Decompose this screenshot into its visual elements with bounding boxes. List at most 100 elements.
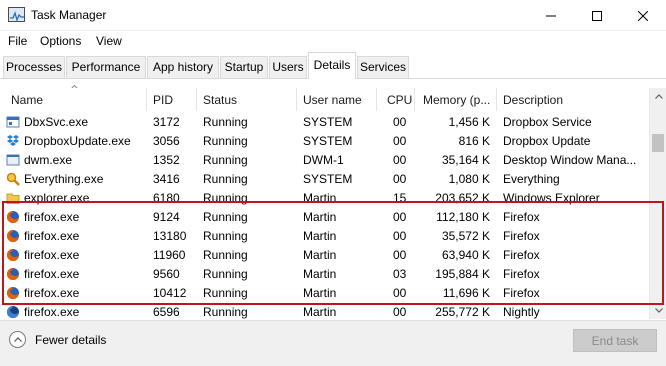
service-icon bbox=[6, 116, 20, 128]
table-row[interactable]: Everything.exe 3416 Running SYSTEM 00 1,… bbox=[0, 170, 649, 189]
menu-view[interactable]: View bbox=[96, 34, 122, 48]
process-pid: 6180 bbox=[153, 191, 180, 205]
dropbox-icon bbox=[7, 135, 19, 146]
tab-app-history[interactable]: App history bbox=[147, 56, 219, 78]
process-description: Dropbox Update bbox=[503, 134, 591, 148]
table-row[interactable]: firefox.exe 11960 Running Martin 00 63,9… bbox=[0, 246, 649, 265]
process-description: Firefox bbox=[503, 229, 540, 243]
maximize-icon bbox=[592, 10, 602, 21]
process-status: Running bbox=[203, 305, 248, 319]
scrollbar-thumb[interactable] bbox=[652, 134, 664, 152]
process-pid: 9560 bbox=[153, 267, 180, 281]
task-manager-icon bbox=[8, 7, 25, 23]
chevron-down-icon bbox=[654, 308, 663, 313]
chevron-up-icon bbox=[654, 94, 663, 99]
end-task-button[interactable]: End task bbox=[573, 329, 657, 352]
window-title: Task Manager bbox=[31, 8, 107, 22]
table-row[interactable]: DbxSvc.exe 3172 Running SYSTEM 00 1,456 … bbox=[0, 113, 649, 132]
process-description: Everything bbox=[503, 172, 560, 186]
table-row[interactable]: firefox.exe 6596 Running Martin 00 255,7… bbox=[0, 303, 649, 319]
table-row[interactable]: DropboxUpdate.exe 3056 Running SYSTEM 00… bbox=[0, 132, 649, 151]
process-memory: 112,180 K bbox=[436, 210, 490, 224]
process-pid: 10412 bbox=[153, 286, 187, 300]
table-row[interactable]: dwm.exe 1352 Running DWM-1 00 35,164 K D… bbox=[0, 151, 649, 170]
nightly-icon bbox=[7, 306, 19, 318]
tab-strip: Processes Performance App history Startu… bbox=[0, 52, 666, 79]
process-cpu: 00 bbox=[393, 210, 407, 224]
maximize-button[interactable] bbox=[574, 0, 620, 31]
process-name: firefox.exe bbox=[24, 267, 80, 281]
column-header-cpu-label: CPU bbox=[387, 93, 413, 107]
process-user: Martin bbox=[303, 267, 337, 281]
process-user: Martin bbox=[303, 248, 337, 262]
process-cpu: 00 bbox=[393, 134, 407, 148]
process-cpu: 15 bbox=[393, 191, 407, 205]
firefox-icon bbox=[7, 268, 19, 280]
table-row[interactable]: firefox.exe 9124 Running Martin 00 112,1… bbox=[0, 208, 649, 227]
process-memory: 816 K bbox=[458, 134, 490, 148]
process-pid: 9124 bbox=[153, 210, 180, 224]
process-memory: 11,696 K bbox=[442, 286, 490, 300]
column-header-name-label: Name bbox=[11, 93, 44, 107]
tab-users[interactable]: Users bbox=[269, 56, 307, 78]
table-row[interactable]: firefox.exe 9560 Running Martin 03 195,8… bbox=[0, 265, 649, 284]
process-name: dwm.exe bbox=[24, 153, 73, 167]
process-user: Martin bbox=[303, 305, 337, 319]
process-pid: 3056 bbox=[153, 134, 180, 148]
tab-performance[interactable]: Performance bbox=[66, 56, 146, 78]
table-row[interactable]: explorer.exe 6180 Running Martin 15 203,… bbox=[0, 189, 649, 208]
process-user: Martin bbox=[303, 229, 337, 243]
process-description: Desktop Window Mana... bbox=[503, 153, 637, 167]
table-row[interactable]: firefox.exe 13180 Running Martin 00 35,5… bbox=[0, 227, 649, 246]
process-cpu: 00 bbox=[393, 286, 407, 300]
process-name: Everything.exe bbox=[24, 172, 104, 186]
firefox-icon bbox=[7, 230, 19, 242]
process-memory: 203,652 K bbox=[435, 191, 490, 205]
column-header-memory[interactable]: Memory (p... bbox=[415, 88, 497, 111]
menu-options[interactable]: Options bbox=[40, 34, 81, 48]
fewer-details-button[interactable]: Fewer details bbox=[9, 331, 106, 348]
fewer-details-label: Fewer details bbox=[35, 332, 107, 347]
process-user: SYSTEM bbox=[303, 115, 353, 129]
column-header-row: Name PID Status User name CPU Memory (p.… bbox=[0, 88, 649, 111]
column-header-user[interactable]: User name bbox=[297, 88, 377, 111]
process-name: firefox.exe bbox=[24, 286, 80, 300]
tab-processes[interactable]: Processes bbox=[3, 56, 65, 78]
firefox-icon bbox=[7, 287, 19, 299]
column-header-user-label: User name bbox=[303, 93, 362, 107]
table-row[interactable]: firefox.exe 10412 Running Martin 00 11,6… bbox=[0, 284, 649, 303]
column-header-pid[interactable]: PID bbox=[147, 88, 197, 111]
process-memory: 195,884 K bbox=[435, 267, 490, 281]
minimize-button[interactable] bbox=[528, 0, 574, 31]
process-user: SYSTEM bbox=[303, 134, 353, 148]
column-header-cpu[interactable]: CPU bbox=[377, 88, 415, 111]
tab-startup[interactable]: Startup bbox=[220, 56, 268, 78]
menu-file[interactable]: File bbox=[8, 34, 27, 48]
vertical-scrollbar[interactable] bbox=[649, 88, 666, 319]
process-cpu: 00 bbox=[393, 305, 407, 319]
process-cpu: 00 bbox=[393, 248, 407, 262]
column-header-status-label: Status bbox=[203, 93, 238, 107]
process-name: DbxSvc.exe bbox=[24, 115, 89, 129]
column-header-name[interactable]: Name bbox=[0, 88, 147, 111]
title-bar: Task Manager bbox=[0, 0, 666, 31]
column-header-status[interactable]: Status bbox=[197, 88, 297, 111]
tab-services[interactable]: Services bbox=[357, 56, 409, 78]
process-status: Running bbox=[203, 248, 248, 262]
process-status: Running bbox=[203, 115, 248, 129]
scroll-down-button[interactable] bbox=[650, 302, 666, 319]
process-description: Dropbox Service bbox=[503, 115, 592, 129]
process-cpu: 00 bbox=[393, 172, 407, 186]
process-pid: 11960 bbox=[153, 248, 186, 262]
process-cpu: 03 bbox=[393, 267, 407, 281]
column-header-description[interactable]: Description bbox=[497, 88, 649, 111]
process-user: SYSTEM bbox=[303, 172, 353, 186]
column-header-pid-label: PID bbox=[153, 93, 174, 107]
firefox-icon bbox=[7, 211, 19, 223]
chevron-up-icon bbox=[9, 331, 26, 348]
scroll-up-button[interactable] bbox=[650, 88, 666, 105]
close-button[interactable] bbox=[620, 0, 666, 31]
process-name: explorer.exe bbox=[24, 191, 90, 205]
process-user: Martin bbox=[303, 210, 337, 224]
tab-details[interactable]: Details bbox=[308, 52, 356, 79]
